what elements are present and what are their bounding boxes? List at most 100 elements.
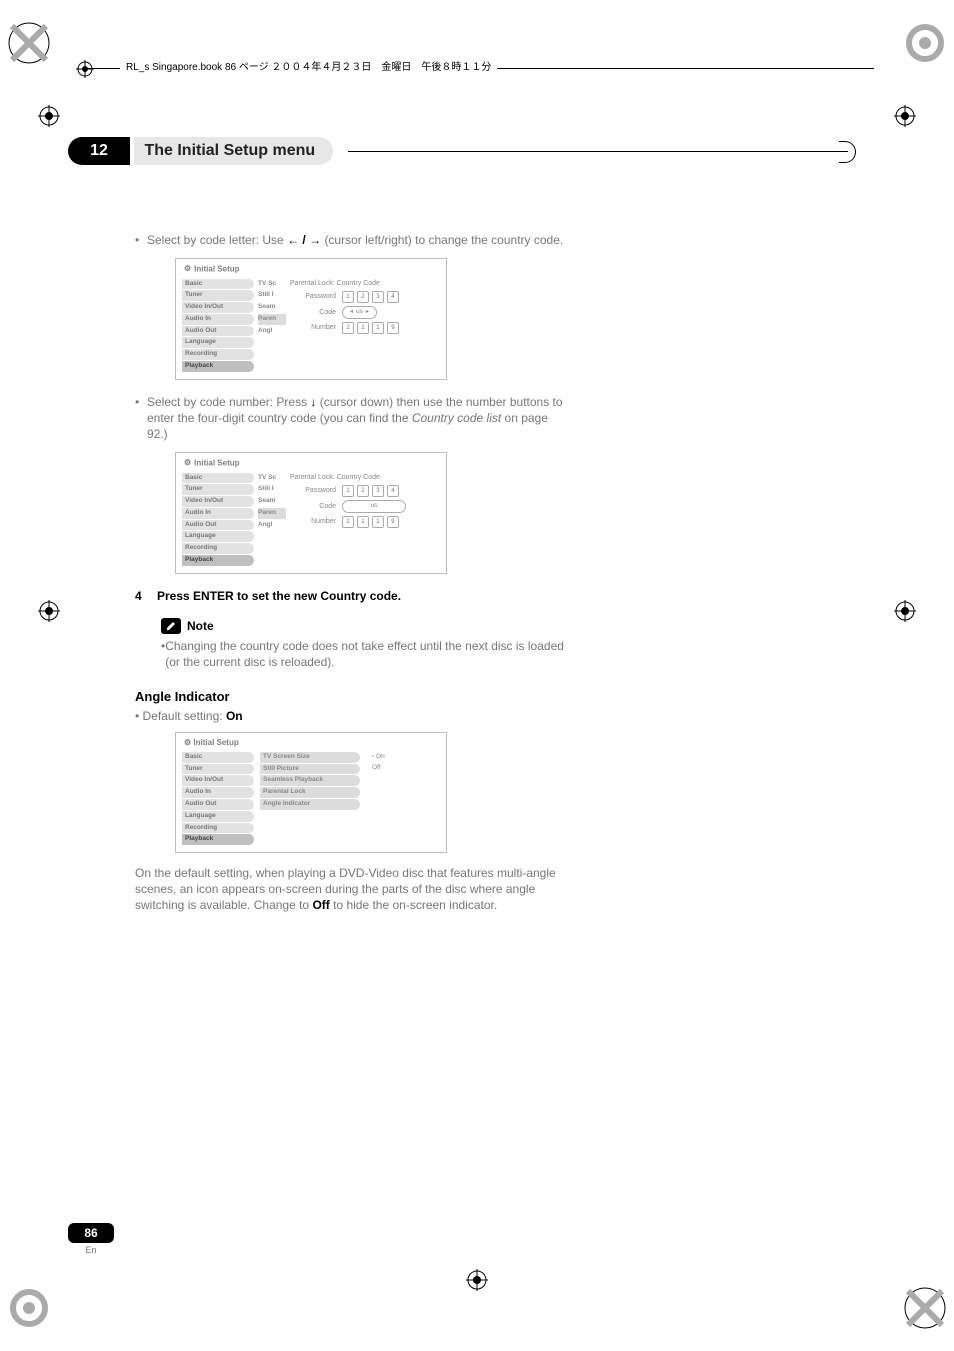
list-item: Playback: [182, 361, 254, 372]
default-value: On: [226, 709, 243, 723]
list-item: Video In/Out: [182, 496, 254, 507]
label: Code: [290, 502, 342, 511]
digit: 4: [387, 291, 399, 303]
list-item: Angle Indicator: [260, 799, 360, 810]
list-item: Recording: [182, 823, 254, 834]
list-item: Still Picture: [260, 764, 360, 775]
list-item: Basic: [182, 473, 254, 484]
page-footer: 86 En: [68, 1223, 114, 1255]
digit: 1: [372, 322, 384, 334]
digit: 1: [357, 322, 369, 334]
text: to hide the on-screen indicator.: [330, 898, 497, 912]
label: Password: [290, 486, 342, 495]
registration-mark-icon: [894, 105, 916, 127]
digit: 4: [387, 485, 399, 497]
figure-pane-title: Parental Lock: Country Code: [290, 473, 440, 482]
list-item: Playback: [182, 555, 254, 566]
list-item: Audio In: [182, 508, 254, 519]
text: Default setting:: [143, 709, 226, 723]
list-item: Video In/Out: [182, 302, 254, 313]
list-item: Recording: [182, 543, 254, 554]
text-bold: Off: [312, 898, 329, 912]
list-item: Angl: [258, 520, 286, 531]
list-item: Language: [182, 811, 254, 822]
screenshot-initial-setup: ⚙Initial Setup Basic Tuner Video In/Out …: [175, 258, 447, 379]
label: Number: [290, 323, 342, 332]
pencil-icon: [161, 618, 181, 634]
digit: 1: [342, 291, 354, 303]
step: 4 Press ENTER to set the new Country cod…: [135, 588, 565, 604]
note-label: Note: [187, 618, 214, 634]
label: Number: [290, 517, 342, 526]
list-item: Tuner: [182, 290, 254, 301]
list-item: TV Screen Size: [260, 752, 360, 763]
registration-mark-icon: [466, 1269, 488, 1291]
label: Password: [290, 292, 342, 301]
figure-midcol: TV Screen Size Still Picture Seamless Pl…: [258, 752, 364, 852]
paragraph: Select by code letter: Use ← / → (cursor…: [135, 232, 565, 248]
list-item: Paren: [258, 314, 286, 325]
list-item: Recording: [182, 349, 254, 360]
screenshot-initial-setup: ⚙Initial Setup Basic Tuner Video In/Out …: [175, 452, 447, 573]
list-item: Still I: [258, 290, 286, 301]
digit: 2: [342, 516, 354, 528]
arrow-down-icon: ↓: [310, 395, 316, 409]
number-digits: 2 1 1 9: [342, 322, 400, 334]
step-number: 4: [135, 588, 157, 604]
default-setting-line: • Default setting: On: [135, 708, 565, 724]
digit: 9: [387, 322, 399, 334]
figure-title: Initial Setup: [194, 459, 239, 468]
list-item: Paren: [258, 508, 286, 519]
list-item: Audio Out: [182, 520, 254, 531]
list-item: TV Sc: [258, 473, 286, 484]
option: On: [366, 752, 442, 763]
code-value: us: [371, 502, 378, 511]
corner-icon: [6, 1285, 52, 1331]
list-item: Seam: [258, 302, 286, 313]
digit: 1: [357, 516, 369, 528]
text: Select by code letter: Use: [147, 233, 287, 247]
print-header-label: RL_s Singapore.book 86 ページ ２００４年４月２３日 金曜…: [120, 58, 497, 73]
list-item: Language: [182, 531, 254, 542]
print-header: RL_s Singapore.book 86 ページ ２００４年４月２３日 金曜…: [80, 60, 874, 78]
figure-midcol: TV Sc Still I Seam Paren Angl: [258, 473, 286, 573]
list-item: Still I: [258, 484, 286, 495]
corner-icon: [902, 1285, 948, 1331]
text: Changing the country code does not take …: [165, 638, 565, 670]
list-item: Playback: [182, 834, 254, 845]
list-item: Angl: [258, 326, 286, 337]
text: Select by code number: Press: [147, 395, 310, 409]
figure-midcol: TV Sc Still I Seam Paren Angl: [258, 279, 286, 379]
list-item: Tuner: [182, 484, 254, 495]
corner-icon: [902, 20, 948, 66]
password-digits: 1 2 3 4: [342, 291, 400, 303]
list-item: Seamless Playback: [260, 775, 360, 786]
chapter-number: 12: [68, 137, 130, 165]
list-item: Language: [182, 337, 254, 348]
gear-icon: ⚙: [184, 458, 191, 469]
digit: 9: [387, 516, 399, 528]
figure-options: On Off: [364, 752, 446, 852]
figure-sidebar: Basic Tuner Video In/Out Audio In Audio …: [176, 279, 258, 379]
figure-title: Initial Setup: [194, 265, 239, 274]
list-item: Audio Out: [182, 326, 254, 337]
figure-sidebar: Basic Tuner Video In/Out Audio In Audio …: [176, 473, 258, 573]
digit: 2: [357, 485, 369, 497]
digit: 2: [357, 291, 369, 303]
label: Code: [290, 308, 342, 317]
list-item: Basic: [182, 279, 254, 290]
note-heading: Note: [161, 618, 565, 634]
chapter-title: The Initial Setup menu: [134, 137, 333, 165]
section-heading: Angle Indicator: [135, 688, 565, 706]
note-text: Changing the country code does not take …: [161, 638, 565, 670]
list-item: TV Sc: [258, 279, 286, 290]
chevron-right-icon: ▸: [363, 308, 372, 316]
screenshot-angle-indicator: ⚙ Initial Setup Basic Tuner Video In/Out…: [175, 732, 447, 853]
list-item: Parental Lock: [260, 787, 360, 798]
code-selector: ◂ us ▸: [342, 306, 377, 319]
paragraph: Select by code number: Press ↓ (cursor d…: [135, 394, 565, 443]
text-emphasis: Country code list: [412, 411, 501, 425]
registration-mark-icon: [38, 600, 60, 622]
paragraph: On the default setting, when playing a D…: [135, 865, 565, 914]
code-selector: us: [342, 500, 406, 513]
